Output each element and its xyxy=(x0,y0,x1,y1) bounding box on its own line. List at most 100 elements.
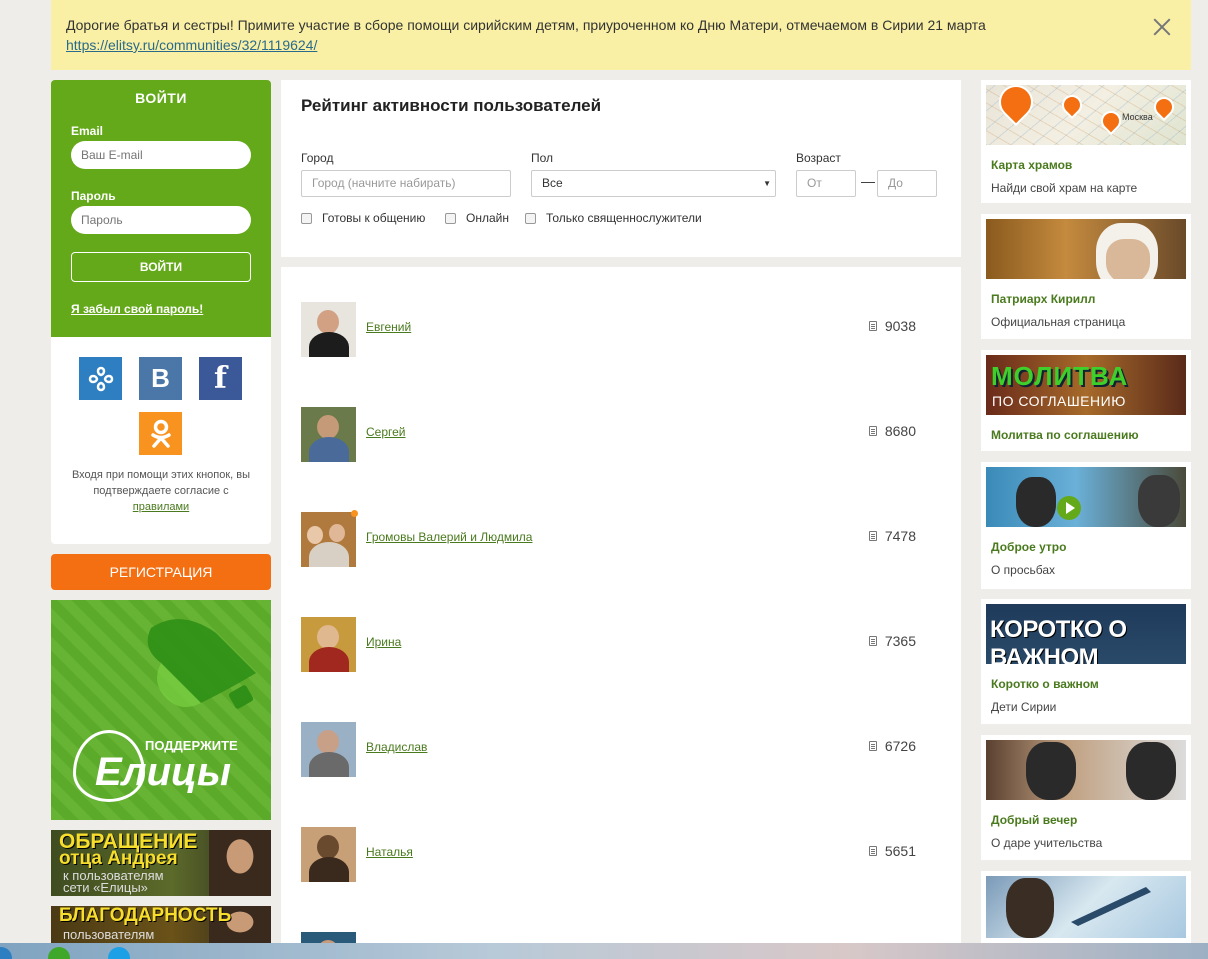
prayer-image-subtitle: ПО СОГЛАШЕНИЮ xyxy=(992,393,1126,409)
online-indicator xyxy=(351,510,358,517)
play-icon xyxy=(1057,496,1081,520)
gender-select[interactable]: Все xyxy=(531,170,776,197)
login-panel: ВОЙТИ Email Пароль ВОЙТИ Я забыл свой па… xyxy=(51,80,271,337)
card-title: Карта храмов xyxy=(991,158,1073,172)
taskbar-app-icon[interactable] xyxy=(0,947,12,959)
avatar[interactable] xyxy=(301,617,356,672)
card-subtitle: Официальная страница xyxy=(991,315,1126,329)
list-item: Евгений 9038 xyxy=(301,302,916,358)
page-title: Рейтинг активности пользователей xyxy=(301,96,602,115)
user-score-value: 6726 xyxy=(884,738,916,754)
avatar[interactable] xyxy=(301,512,356,567)
user-score-value: 9038 xyxy=(884,318,916,334)
age-to-input[interactable]: До xyxy=(877,170,937,197)
video-person xyxy=(1016,477,1056,527)
odnoklassniki-login-button[interactable] xyxy=(139,412,182,455)
user-name-link[interactable]: Евгений xyxy=(366,320,411,334)
close-icon[interactable] xyxy=(1151,16,1173,38)
avatar[interactable] xyxy=(301,722,356,777)
card-subtitle: О просьбах xyxy=(991,563,1056,577)
list-item: Наталья 5651 xyxy=(301,827,916,883)
document-icon xyxy=(868,426,877,436)
evening-image xyxy=(986,740,1186,800)
banner-link[interactable]: https://elitsy.ru/communities/32/1119624… xyxy=(66,35,317,55)
temple-map-card[interactable]: Москва Карта храмов Найди свой храм на к… xyxy=(981,80,1191,203)
skype-icon[interactable] xyxy=(108,947,130,959)
thanks-line1: БЛАГОДАРНОСТЬ xyxy=(59,906,232,926)
good-morning-card[interactable]: Доброе утро О просьбах xyxy=(981,462,1191,589)
document-icon xyxy=(868,321,877,331)
extra-person xyxy=(1006,878,1054,938)
user-name-link[interactable]: Владислав xyxy=(366,740,427,754)
register-button[interactable]: РЕГИСТРАЦИЯ xyxy=(51,554,271,590)
user-rating-list: Евгений 9038 Сергей 8680 Громовы Валерий… xyxy=(281,267,961,947)
forgot-password-link[interactable]: Я забыл свой пароль! xyxy=(71,302,251,316)
bell-icon xyxy=(147,619,256,709)
document-icon xyxy=(868,531,877,541)
city-input[interactable]: Город (начните набирать) xyxy=(301,170,511,197)
card-title: Доброе утро xyxy=(991,540,1067,554)
online-checkbox[interactable]: Онлайн xyxy=(445,211,509,225)
map-image: Москва xyxy=(986,85,1186,145)
card-title: Патриарх Кирилл xyxy=(991,292,1096,306)
avatar[interactable] xyxy=(301,302,356,357)
email-field[interactable] xyxy=(71,141,251,169)
user-score-value: 8680 xyxy=(884,423,916,439)
list-item: Сергей 8680 xyxy=(301,407,916,463)
thanks-promo[interactable]: БЛАГОДАРНОСТЬ пользователям xyxy=(51,906,271,946)
age-from-input[interactable]: От xyxy=(796,170,856,197)
support-banner[interactable]: ПОДДЕРЖИТЕ Елицы xyxy=(51,600,271,820)
prayer-agreement-card[interactable]: МОЛИТВА ПО СОГЛАШЕНИЮ Молитва по соглаше… xyxy=(981,350,1191,451)
checkbox-box[interactable] xyxy=(301,212,312,224)
promo-photo xyxy=(209,830,271,896)
card-subtitle: Найди свой храм на карте xyxy=(991,181,1138,195)
card-subtitle: Дети Сирии xyxy=(991,700,1057,714)
user-score-value: 7478 xyxy=(884,528,916,544)
patriarch-image xyxy=(986,219,1186,279)
elitsy-login-button[interactable] xyxy=(79,357,122,400)
church-pin-icon xyxy=(991,85,1041,127)
user-score-value: 5651 xyxy=(884,843,916,859)
good-evening-card[interactable]: Добрый вечер О даре учительства xyxy=(981,735,1191,860)
user-name-link[interactable]: Наталья xyxy=(366,845,413,859)
user-name-link[interactable]: Сергей xyxy=(366,425,406,439)
gender-selected-value: Все xyxy=(542,176,563,190)
age-label: Возраст xyxy=(796,151,841,165)
clergy-only-checkbox[interactable]: Только священнослужители xyxy=(525,211,702,225)
ready-to-chat-checkbox[interactable]: Готовы к общению xyxy=(301,211,425,225)
email-label: Email xyxy=(71,124,104,138)
video-person xyxy=(1138,475,1180,527)
patriarch-card[interactable]: Патриарх Кирилл Официальная страница xyxy=(981,214,1191,339)
user-score: 6726 xyxy=(868,738,916,754)
avatar[interactable] xyxy=(301,827,356,882)
age-dash: — xyxy=(861,173,875,189)
social-consent-note: Входя при помощи этих кнопок, вы подтвер… xyxy=(66,467,256,515)
patriarch-face xyxy=(1106,239,1150,279)
checkbox-box[interactable] xyxy=(445,212,456,224)
taskbar-app-icon[interactable] xyxy=(48,947,70,959)
user-score: 7365 xyxy=(868,633,916,649)
document-icon xyxy=(868,741,877,751)
extra-video-card[interactable] xyxy=(981,871,1191,943)
church-pin-icon xyxy=(1096,106,1126,136)
facebook-login-button[interactable]: f xyxy=(199,357,242,400)
user-name-link[interactable]: Ирина xyxy=(366,635,401,649)
password-field[interactable] xyxy=(71,206,251,234)
user-name-link[interactable]: Громовы Валерий и Людмила xyxy=(366,530,532,544)
briefly-important-card[interactable]: КОРОТКО О ВАЖНОМ Коротко о важном Дети С… xyxy=(981,599,1191,724)
avatar[interactable] xyxy=(301,407,356,462)
prayer-image-title: МОЛИТВА xyxy=(991,361,1129,391)
checkbox-box[interactable] xyxy=(525,212,536,224)
appeal-promo[interactable]: ОБРАЩЕНИЕ отца Андрея к пользователям се… xyxy=(51,830,271,896)
online-label: Онлайн xyxy=(466,211,509,225)
elitsy-logo-icon xyxy=(88,366,113,391)
thanks-line2: пользователям xyxy=(63,927,155,942)
rules-link[interactable]: правилами xyxy=(133,501,189,513)
evening-person xyxy=(1026,742,1076,800)
os-taskbar xyxy=(0,943,1208,959)
announcement-banner: Дорогие братья и сестры! Примите участие… xyxy=(51,0,1191,70)
gender-label: Пол xyxy=(531,151,554,165)
evening-person xyxy=(1126,742,1176,800)
login-button[interactable]: ВОЙТИ xyxy=(71,252,251,282)
vk-login-button[interactable]: B xyxy=(139,357,182,400)
